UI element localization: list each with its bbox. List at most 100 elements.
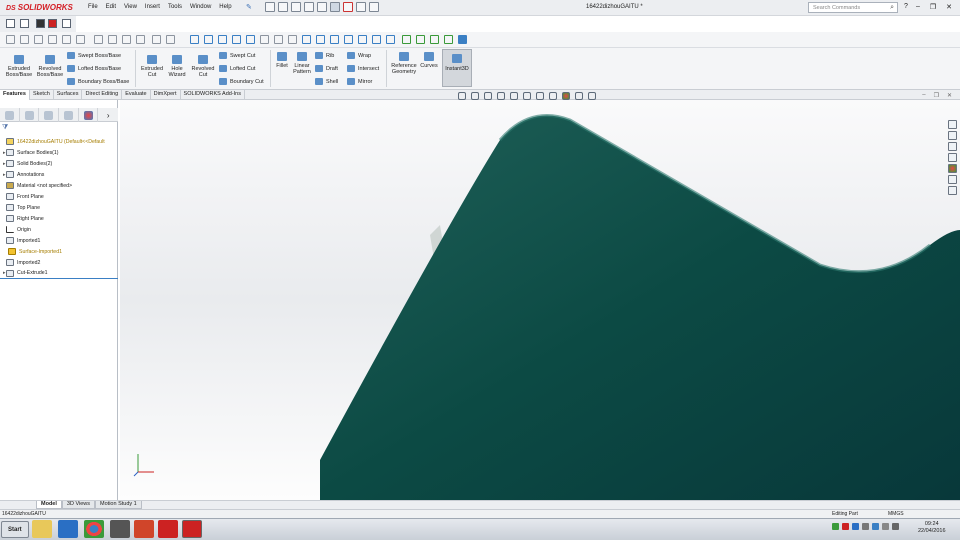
file-properties-icon[interactable] [356,2,366,12]
tab-display-manager[interactable] [79,108,99,122]
wrap-button[interactable]: Wrap [347,52,371,59]
viewport-restore-icon[interactable]: ❐ [934,92,939,99]
tab-dimxpert-manager[interactable] [59,108,79,122]
play-icon[interactable] [36,19,45,28]
menu-view[interactable]: View [124,4,137,10]
tool-icon[interactable] [6,35,15,44]
tool-icon[interactable] [430,35,439,44]
tool-icon[interactable] [386,35,395,44]
search-commands-input[interactable]: Search Commands ⌕ [808,2,898,13]
lofted-cut-button[interactable]: Lofted Cut [219,65,255,72]
viewport-minimize-icon[interactable]: – [922,92,925,99]
tool-icon[interactable] [218,35,227,44]
linear-pattern-button[interactable]: Linear Pattern [291,52,313,75]
chrome-taskbar-icon[interactable] [84,520,104,538]
swept-boss-button[interactable]: Swept Boss/Base [67,52,121,59]
curves-button[interactable]: Curves [419,52,439,69]
lofted-boss-button[interactable]: Lofted Boss/Base [67,65,121,72]
revolved-boss-button[interactable]: Revolved Boss/Base [35,55,65,78]
macro-icon[interactable] [62,19,71,28]
menu-file[interactable]: File [88,4,98,10]
print-icon[interactable] [304,2,314,12]
tree-item-cut-extrude1[interactable]: ▸ Cut-Extrude1 [0,268,118,279]
tray-icon[interactable] [872,523,879,530]
expand-panel-button[interactable]: › [98,108,118,122]
acrobat-taskbar-icon[interactable] [158,520,178,538]
tool-icon[interactable] [358,35,367,44]
tray-icon[interactable] [842,523,849,530]
menu-insert[interactable]: Insert [145,4,160,10]
tool-icon[interactable] [204,35,213,44]
extruded-cut-button[interactable]: Extruded Cut [138,55,166,78]
tool-icon[interactable] [344,35,353,44]
tree-item-annotations[interactable]: ▸ Annotations [0,169,118,180]
swept-cut-button[interactable]: Swept Cut [219,52,255,59]
section-view-icon[interactable] [497,92,505,100]
search-icon[interactable]: ⌕ [890,4,894,12]
design-library-icon[interactable] [948,131,957,140]
tab-sketch[interactable]: Sketch [30,90,54,100]
tray-icon[interactable] [832,523,839,530]
rebuild-icon[interactable] [343,2,353,12]
fillet-button[interactable]: Fillet [273,52,291,69]
pin-icon[interactable]: ✎ [246,3,252,11]
custom-properties-icon[interactable] [948,175,957,184]
tool-icon[interactable] [34,35,43,44]
options-icon[interactable] [369,2,379,12]
volume-icon[interactable] [882,523,889,530]
tab-feature-tree[interactable] [0,108,20,122]
menu-tools[interactable]: Tools [168,4,182,10]
file-explorer-icon[interactable] [948,142,957,151]
edit-appearance-icon[interactable] [562,92,570,100]
record-icon[interactable] [48,19,57,28]
tool-icon[interactable] [166,35,175,44]
tool-icon[interactable] [260,35,269,44]
tool-icon[interactable] [402,35,411,44]
open-icon[interactable] [278,2,288,12]
tab-configuration-manager[interactable] [39,108,60,122]
tab-property-manager[interactable] [20,108,40,122]
start-button[interactable]: Start [1,521,29,538]
tool-icon[interactable] [152,35,161,44]
save-icon[interactable] [291,2,301,12]
tool-icon[interactable] [48,35,57,44]
rib-button[interactable]: Rib [315,52,334,59]
hole-wizard-button[interactable]: Hole Wizard [166,55,188,78]
tray-icon[interactable] [862,523,869,530]
tab-surfaces[interactable]: Surfaces [54,90,83,100]
appearances-icon[interactable] [948,164,957,173]
tool-icon[interactable] [190,35,199,44]
powerpoint-taskbar-icon[interactable] [134,520,154,538]
tool-icon[interactable] [302,35,311,44]
view-orientation-icon[interactable] [523,92,531,100]
zoom-to-area-icon[interactable] [471,92,479,100]
tab-addins[interactable]: SOLIDWORKS Add-Ins [181,90,245,100]
tab-3d-views[interactable]: 3D Views [61,501,96,509]
tab-motion-study[interactable]: Motion Study 1 [95,501,142,509]
previous-view-icon[interactable] [484,92,492,100]
tool-icon[interactable] [288,35,297,44]
clock[interactable]: 09:24 22/04/2016 [918,521,946,535]
filter-icon[interactable]: ⧩ [2,124,8,132]
boundary-cut-button[interactable]: Boundary Cut [219,78,264,85]
tool-icon[interactable] [20,35,29,44]
tree-item-surface-imported1[interactable]: Surface-Imported1 [0,246,118,257]
file-explorer-taskbar-icon[interactable] [32,520,52,538]
tool-icon[interactable] [62,35,71,44]
tray-icon[interactable] [852,523,859,530]
tool-icon[interactable] [108,35,117,44]
undo-icon[interactable] [317,2,327,12]
tool-icon[interactable] [232,35,241,44]
reference-geometry-button[interactable]: Reference Geometry [389,52,419,75]
tool-icon[interactable] [246,35,255,44]
menu-help[interactable]: Help [219,4,231,10]
tab-model[interactable]: Model [36,501,62,509]
app-taskbar-icon[interactable] [110,520,130,538]
solidworks-logo[interactable]: DS SOLIDWORKS [6,3,73,12]
tool-icon[interactable] [316,35,325,44]
tree-item-imported1[interactable]: Imported1 [0,235,118,246]
tool-icon[interactable] [94,35,103,44]
tool-icon[interactable] [122,35,131,44]
network-icon[interactable] [892,523,899,530]
tree-item-right-plane[interactable]: Right Plane [0,213,118,224]
